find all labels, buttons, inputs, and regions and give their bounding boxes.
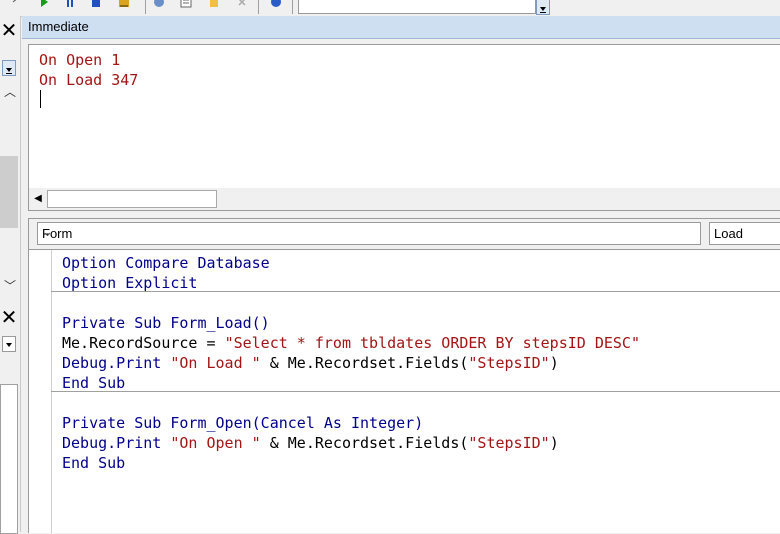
code-string: "StepsID" <box>468 354 550 372</box>
code-string: "StepsID" <box>468 434 550 452</box>
design-mode-icon[interactable] <box>118 0 130 8</box>
code-line: End Sub <box>62 454 126 472</box>
code-string: "On Open " <box>170 434 261 452</box>
text-caret <box>40 90 41 108</box>
code-line: Private Sub Form_Load() <box>62 314 270 332</box>
immediate-output-line: On Open 1 <box>39 51 121 69</box>
immediate-window-title: Immediate <box>28 19 89 34</box>
scroll-up-chevron-icon[interactable]: ︿ <box>3 86 17 98</box>
code-token: Me.RecordSource = <box>62 334 225 352</box>
run-icon[interactable] <box>38 0 50 8</box>
dropdown-arrow-icon <box>6 68 12 74</box>
chevron-down-icon[interactable]: ⌄ <box>42 224 696 242</box>
left-docked-panel: ✕ ︿ ﹀ ✕ <box>0 16 21 534</box>
scrollbar-thumb[interactable] <box>47 190 217 208</box>
horizontal-scrollbar[interactable]: ◀ <box>28 188 780 211</box>
back-chevron-icon[interactable] <box>10 0 22 8</box>
properties-list-box[interactable] <box>0 384 18 534</box>
close-icon[interactable] <box>236 0 248 8</box>
procedure-selector-value: Load <box>714 226 743 241</box>
code-line: Option Compare Database <box>62 254 270 272</box>
scrollbar-thumb[interactable] <box>0 156 18 228</box>
code-token: & Me.Recordset.Fields( <box>260 354 469 372</box>
break-icon[interactable] <box>64 0 76 8</box>
code-line: Debug.Print "On Open " & Me.Recordset.Fi… <box>62 433 559 453</box>
code-line: Me.RecordSource = "Select * from tbldate… <box>62 333 640 353</box>
toolbar-dropdown-button[interactable] <box>536 0 550 15</box>
help-icon[interactable] <box>270 0 282 8</box>
code-line: Private Sub Form_Open(Cancel As Integer) <box>62 414 424 432</box>
panel-dropdown-button[interactable] <box>2 60 16 76</box>
code-line: End Sub <box>62 374 126 392</box>
dropdown-arrow-icon <box>540 7 546 13</box>
code-string: "On Load " <box>170 354 261 372</box>
code-string: "Select * from tbldates ORDER BY stepsID… <box>224 334 640 352</box>
code-token: Debug.Print <box>62 434 171 452</box>
code-token: & Me.Recordset.Fields( <box>260 434 469 452</box>
project-explorer-icon[interactable] <box>153 0 165 8</box>
panel-dropdown-button[interactable] <box>2 336 16 352</box>
close-icon[interactable]: ✕ <box>0 307 18 327</box>
close-icon[interactable]: ✕ <box>0 20 18 40</box>
immediate-output-line: On Load 347 <box>39 71 139 89</box>
scroll-down-chevron-icon[interactable]: ﹀ <box>3 280 17 292</box>
dropdown-arrow-icon <box>6 343 12 347</box>
scroll-left-arrow-icon[interactable]: ◀ <box>31 191 45 207</box>
properties-icon[interactable] <box>180 0 192 8</box>
code-margin[interactable] <box>29 250 52 533</box>
procedure-separator <box>51 291 780 292</box>
code-token: ) <box>549 354 559 372</box>
immediate-window-editor[interactable]: On Open 1 On Load 347 <box>28 44 780 190</box>
object-selector-dropdown[interactable]: Form ⌄ <box>37 222 701 245</box>
procedure-separator <box>51 391 780 392</box>
code-editor[interactable]: Option Compare Database Option Explicit … <box>29 249 780 533</box>
code-line: Debug.Print "On Load " & Me.Recordset.Fi… <box>62 353 559 373</box>
object-browser-icon[interactable] <box>208 0 220 8</box>
reset-icon[interactable] <box>90 0 102 8</box>
immediate-window-title-bar[interactable]: Immediate <box>22 16 780 39</box>
procedure-selector-dropdown[interactable]: Load <box>709 222 780 245</box>
code-token: Debug.Print <box>62 354 171 372</box>
code-token: ) <box>549 434 559 452</box>
toolbar-combo[interactable] <box>298 0 536 14</box>
toolbar <box>0 0 780 17</box>
code-line: Option Explicit <box>62 274 198 292</box>
